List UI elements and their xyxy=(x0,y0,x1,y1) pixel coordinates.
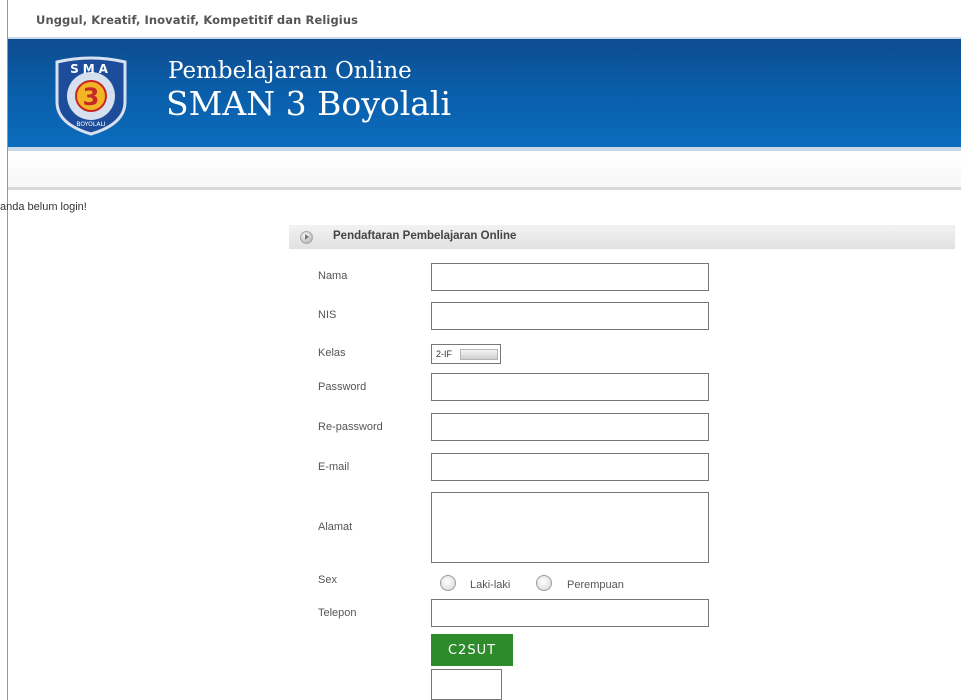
logo-bottom-text: BOYOLALI xyxy=(76,121,105,128)
logo-top-text: SMA xyxy=(70,62,112,76)
site-header: 3 SMA BOYOLALI Pembelajaran Online SMAN … xyxy=(8,39,961,147)
logo-number: 3 xyxy=(83,83,100,111)
nis-input[interactable] xyxy=(431,302,709,330)
form-title: Pendaftaran Pembelajaran Online xyxy=(333,230,517,242)
nis-label: NIS xyxy=(318,309,337,321)
password-input[interactable] xyxy=(431,373,709,401)
password-label: Password xyxy=(318,381,367,393)
nama-label: Nama xyxy=(318,270,348,282)
kelas-select[interactable]: 2-IF xyxy=(431,344,501,364)
captcha-code: C2SUT xyxy=(447,643,497,658)
radio-laki-laki-label[interactable]: Laki-laki xyxy=(470,579,510,591)
sex-label: Sex xyxy=(318,574,337,586)
form-section-header: Pendaftaran Pembelajaran Online xyxy=(289,225,955,249)
alamat-label: Alamat xyxy=(318,521,353,533)
dropdown-button[interactable] xyxy=(460,349,498,360)
captcha-image: C2SUT xyxy=(431,634,513,666)
site-subtitle: Pembelajaran Online xyxy=(168,58,412,84)
repassword-input[interactable] xyxy=(431,413,709,441)
login-status: anda belum login! xyxy=(0,201,87,213)
kelas-label: Kelas xyxy=(318,347,346,359)
radio-laki-laki[interactable] xyxy=(440,575,456,591)
telepon-label: Telepon xyxy=(318,607,357,619)
telepon-input[interactable] xyxy=(431,599,709,627)
nama-input[interactable] xyxy=(431,263,709,291)
school-logo[interactable]: 3 SMA BOYOLALI xyxy=(49,52,133,136)
email-input[interactable] xyxy=(431,453,709,481)
radio-perempuan-label[interactable]: Perempuan xyxy=(567,579,624,591)
repassword-label: Re-password xyxy=(318,421,383,433)
alamat-textarea[interactable] xyxy=(431,492,709,563)
arrow-circle-icon xyxy=(300,231,313,244)
captcha-input[interactable] xyxy=(431,669,502,700)
kelas-selected-value: 2-IF xyxy=(436,349,453,359)
nav-bar xyxy=(8,151,961,190)
radio-perempuan[interactable] xyxy=(536,575,552,591)
site-tagline: Unggul, Kreatif, Inovatif, Kompetitif da… xyxy=(36,13,359,27)
site-title: SMAN 3 Boyolali xyxy=(166,84,452,123)
email-label: E-mail xyxy=(318,461,350,473)
